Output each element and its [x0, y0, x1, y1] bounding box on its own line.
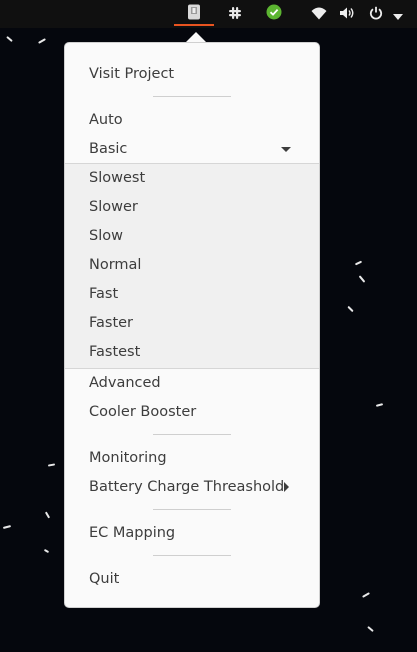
power-icon — [369, 5, 383, 24]
menu-item-label: Slowest — [89, 170, 146, 186]
menu-item-monitoring[interactable]: Monitoring — [65, 444, 319, 473]
slack-indicator[interactable] — [224, 0, 246, 28]
menu-item-label: Slower — [89, 199, 138, 215]
green-check-icon — [266, 4, 282, 24]
menu-item-label: Visit Project — [89, 66, 175, 82]
background-streak — [362, 592, 370, 598]
menu-item-slow[interactable]: Slow — [65, 222, 319, 251]
power-indicator[interactable] — [366, 0, 386, 28]
indicator-popup-menu: Visit Project Auto Basic Slowest Slower … — [64, 42, 320, 608]
background-streak — [347, 305, 354, 313]
menu-item-advanced[interactable]: Advanced — [65, 369, 319, 398]
basic-submenu: Slowest Slower Slow Normal Fast Faster F… — [65, 163, 319, 369]
chevron-down-icon — [393, 5, 403, 24]
fan-app-icon — [187, 4, 201, 24]
system-menu-chevron[interactable] — [390, 0, 406, 28]
top-panel — [0, 0, 417, 28]
menu-item-normal[interactable]: Normal — [65, 251, 319, 280]
menu-item-label: Normal — [89, 257, 142, 273]
menu-item-label: Fast — [89, 286, 119, 302]
menu-item-label: Quit — [89, 571, 120, 587]
background-streak — [354, 260, 363, 266]
menu-item-label: Battery Charge Threashold — [89, 479, 285, 495]
menu-separator — [153, 96, 231, 97]
menu-item-label: Faster — [89, 315, 134, 331]
menu-item-basic[interactable]: Basic — [65, 135, 319, 164]
menu-item-slowest[interactable]: Slowest — [65, 164, 319, 193]
menu-item-label: Basic — [89, 141, 128, 157]
background-streak — [358, 275, 366, 283]
menu-item-label: Auto — [89, 112, 123, 128]
menu-item-label: Slow — [89, 228, 123, 244]
volume-icon — [339, 5, 355, 24]
menu-item-label: Cooler Booster — [89, 404, 197, 420]
menu-item-label: EC Mapping — [89, 525, 176, 541]
background-streak — [38, 38, 46, 44]
menu-item-ec-mapping[interactable]: EC Mapping — [65, 519, 319, 548]
menu-separator — [153, 509, 231, 510]
menu-item-fastest[interactable]: Fastest — [65, 338, 319, 367]
wifi-indicator[interactable] — [309, 0, 329, 28]
menu-item-label: Advanced — [89, 375, 161, 391]
background-streak — [47, 463, 56, 467]
menu-separator — [153, 555, 231, 556]
background-streak — [6, 35, 13, 43]
menu-item-label: Monitoring — [89, 450, 167, 466]
active-indicator-underline — [174, 24, 214, 26]
status-indicator[interactable] — [263, 0, 285, 28]
menu-item-cooler-booster[interactable]: Cooler Booster — [65, 398, 319, 427]
background-streak — [2, 524, 12, 530]
menu-item-label: Fastest — [89, 344, 141, 360]
menu-item-battery-charge-threshold[interactable]: Battery Charge Threashold — [65, 473, 319, 502]
wifi-icon — [311, 5, 327, 24]
background-streak — [44, 511, 51, 519]
menu-item-fast[interactable]: Fast — [65, 280, 319, 309]
menu-item-slower[interactable]: Slower — [65, 193, 319, 222]
background-streak — [367, 625, 374, 633]
expand-arrow-icon — [281, 147, 291, 152]
slack-icon — [228, 5, 242, 24]
menu-item-visit-project[interactable]: Visit Project — [65, 60, 319, 89]
background-streak — [43, 548, 50, 554]
menu-separator — [153, 434, 231, 435]
menu-item-quit[interactable]: Quit — [65, 565, 319, 594]
background-streak — [375, 403, 384, 407]
menu-item-auto[interactable]: Auto — [65, 106, 319, 135]
submenu-arrow-icon — [284, 482, 289, 492]
menu-item-faster[interactable]: Faster — [65, 309, 319, 338]
volume-indicator[interactable] — [337, 0, 357, 28]
